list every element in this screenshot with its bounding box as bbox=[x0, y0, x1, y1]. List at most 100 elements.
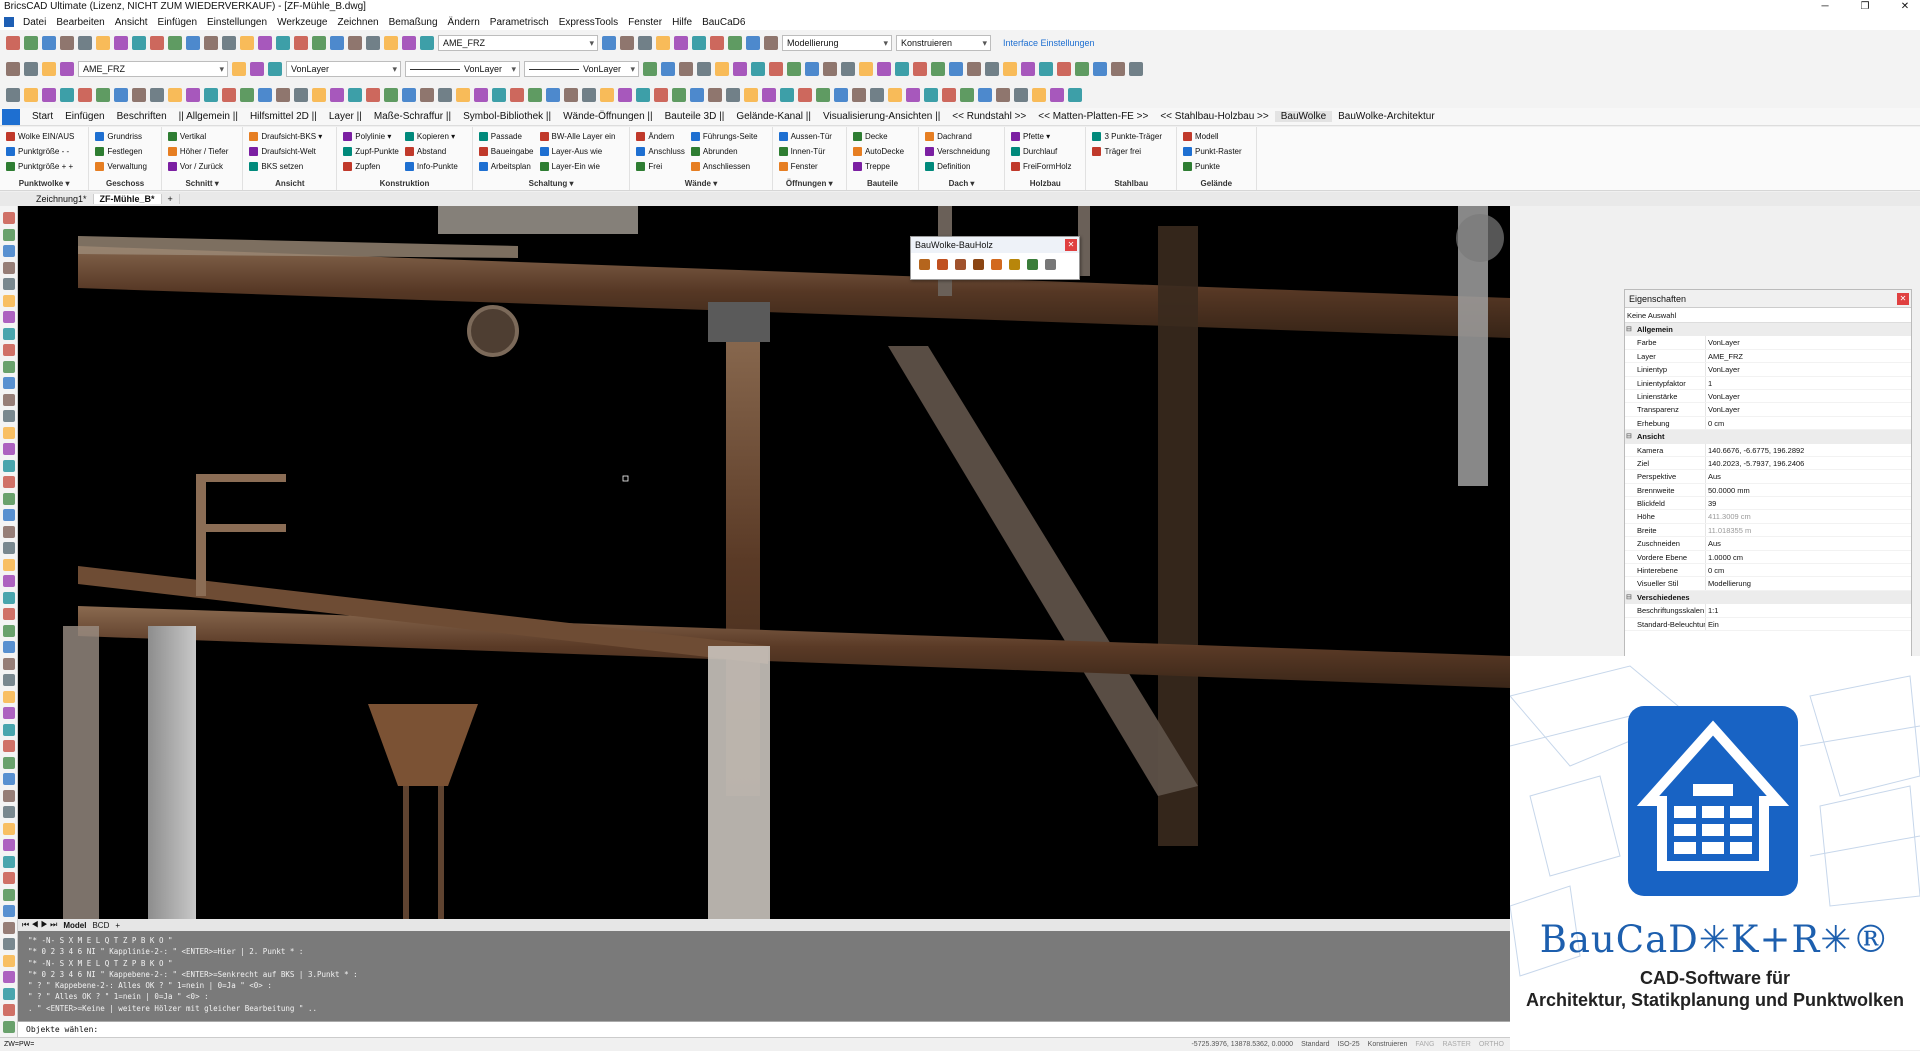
ribbon-tab[interactable]: Symbol-Bibliothek || bbox=[457, 111, 557, 122]
side-tool-icon[interactable] bbox=[3, 426, 15, 439]
view-tool-icon[interactable] bbox=[78, 88, 92, 102]
layout-tab[interactable]: + bbox=[115, 921, 120, 930]
view-tool-icon[interactable] bbox=[960, 88, 974, 102]
side-tool-icon[interactable] bbox=[3, 822, 15, 835]
view-tool-icon[interactable] bbox=[528, 88, 542, 102]
layout-nav-icon[interactable]: ⏮ ◀ ▶ ⏭ bbox=[22, 920, 57, 930]
properties-close-icon[interactable]: ✕ bbox=[1897, 293, 1909, 305]
standard-tool-icon[interactable] bbox=[366, 36, 380, 50]
property-value[interactable]: Modellierung bbox=[1705, 577, 1911, 590]
menu-item[interactable]: Werkzeuge bbox=[272, 17, 332, 28]
side-tool-icon[interactable] bbox=[3, 740, 15, 752]
status-toggle[interactable]: ORTHO bbox=[1479, 1038, 1504, 1051]
visual-tool-icon[interactable] bbox=[769, 62, 783, 76]
side-tool-icon[interactable] bbox=[3, 410, 15, 422]
view-tool-icon[interactable] bbox=[1068, 88, 1082, 102]
ribbon-button[interactable]: 3 Punkte-Träger bbox=[1092, 130, 1162, 143]
side-tool-icon[interactable] bbox=[3, 839, 15, 851]
modify-tool-icon[interactable] bbox=[764, 36, 778, 50]
view-tool-icon[interactable] bbox=[150, 88, 164, 102]
menu-item[interactable]: Parametrisch bbox=[485, 17, 554, 28]
layer-tool-icon[interactable] bbox=[6, 62, 20, 76]
property-value[interactable]: 411.3009 cm bbox=[1705, 510, 1911, 523]
ribbon-tab[interactable]: BauWolke-Architektur bbox=[1332, 111, 1441, 122]
view-tool-icon[interactable] bbox=[348, 88, 362, 102]
modify-tool-icon[interactable] bbox=[674, 36, 688, 50]
view-tool-icon[interactable] bbox=[564, 88, 578, 102]
property-value[interactable]: VonLayer bbox=[1705, 403, 1911, 416]
ribbon-tab[interactable]: Beschriften bbox=[111, 111, 173, 122]
ribbon-button[interactable]: Punkte bbox=[1182, 160, 1242, 173]
side-tool-icon[interactable] bbox=[3, 377, 15, 389]
property-row[interactable]: Hinterebene 0 cm bbox=[1625, 564, 1911, 578]
visual-tool-icon[interactable] bbox=[751, 62, 765, 76]
timber-cut-icon[interactable] bbox=[955, 259, 966, 270]
property-row[interactable]: Linientyp VonLayer bbox=[1625, 363, 1911, 377]
view-tool-icon[interactable] bbox=[6, 88, 20, 102]
properties-panel[interactable]: Eigenschaften ✕ Keine Auswahl AllgemeinF… bbox=[1624, 289, 1912, 657]
layout-tab[interactable]: Model bbox=[63, 921, 86, 930]
menu-item[interactable]: BauCaD6 bbox=[697, 17, 750, 28]
property-value[interactable]: 0 cm bbox=[1705, 416, 1911, 430]
view-tool-icon[interactable] bbox=[708, 88, 722, 102]
interface-settings-link[interactable]: Interface Einstellungen bbox=[1003, 38, 1095, 48]
ribbon-button[interactable]: Zupfen bbox=[343, 160, 399, 173]
side-tool-icon[interactable] bbox=[3, 872, 15, 884]
side-tool-icon[interactable] bbox=[3, 294, 15, 307]
ribbon-tab[interactable]: Visualisierung-Ansichten || bbox=[817, 111, 946, 122]
view-tool-icon[interactable] bbox=[492, 88, 506, 102]
menu-item[interactable]: Datei bbox=[18, 17, 51, 28]
ribbon-button[interactable]: Decke bbox=[852, 130, 904, 143]
side-tool-icon[interactable] bbox=[3, 509, 15, 521]
side-tool-icon[interactable] bbox=[3, 938, 15, 950]
ribbon-tab[interactable]: Wände-Öffnungen || bbox=[557, 111, 659, 122]
side-tool-icon[interactable] bbox=[3, 492, 15, 505]
side-tool-icon[interactable] bbox=[3, 245, 15, 257]
property-row[interactable]: Ziel 140.2023, -5.7937, 196.2406 bbox=[1625, 456, 1911, 471]
menu-item[interactable]: Ansicht bbox=[110, 17, 153, 28]
property-value[interactable]: VonLayer bbox=[1705, 363, 1911, 376]
side-tool-icon[interactable] bbox=[3, 558, 15, 571]
menu-item[interactable]: Fenster bbox=[623, 17, 667, 28]
property-row[interactable]: Vordere Ebene 1.0000 cm bbox=[1625, 550, 1911, 565]
property-value[interactable]: 1.0000 cm bbox=[1705, 550, 1911, 564]
view-tool-icon[interactable] bbox=[132, 88, 146, 102]
side-tool-icon[interactable] bbox=[3, 723, 15, 736]
side-tool-icon[interactable] bbox=[3, 443, 15, 455]
property-row[interactable]: Farbe VonLayer bbox=[1625, 336, 1911, 350]
application-menu-button[interactable] bbox=[2, 108, 20, 125]
view-tool-icon[interactable] bbox=[618, 88, 632, 102]
side-tool-icon[interactable] bbox=[3, 905, 15, 917]
ribbon-button[interactable]: Grundriss bbox=[95, 130, 147, 143]
side-tool-icon[interactable] bbox=[3, 591, 15, 604]
layer-combo[interactable]: AME_FRZ bbox=[438, 35, 598, 51]
property-value[interactable]: 0 cm bbox=[1705, 564, 1911, 577]
ribbon-button[interactable]: Pfette ▾ bbox=[1011, 130, 1071, 143]
side-tool-icon[interactable] bbox=[3, 971, 15, 983]
ribbon-button[interactable]: FreiFormHolz bbox=[1011, 160, 1071, 173]
view-tool-icon[interactable] bbox=[240, 88, 254, 102]
view-tool-icon[interactable] bbox=[762, 88, 776, 102]
standard-tool-icon[interactable] bbox=[348, 36, 362, 50]
ribbon-button[interactable]: Definition bbox=[925, 160, 990, 173]
view-tool-icon[interactable] bbox=[888, 88, 902, 102]
side-tool-icon[interactable] bbox=[3, 690, 15, 703]
view-tool-icon[interactable] bbox=[204, 88, 218, 102]
visual-tool-icon[interactable] bbox=[643, 62, 657, 76]
side-tool-icon[interactable] bbox=[3, 773, 15, 785]
standard-tool-icon[interactable] bbox=[330, 36, 344, 50]
view-tool-icon[interactable] bbox=[294, 88, 308, 102]
view-tool-icon[interactable] bbox=[1032, 88, 1046, 102]
side-tool-icon[interactable] bbox=[3, 888, 15, 901]
ribbon-tab[interactable]: << Rundstahl >> bbox=[946, 111, 1032, 122]
view-tool-icon[interactable] bbox=[168, 88, 182, 102]
ribbon-tab[interactable]: Einfügen bbox=[59, 111, 110, 122]
workspace-combo[interactable]: Modellierung bbox=[782, 35, 892, 51]
status-toggle[interactable]: Standard bbox=[1301, 1038, 1329, 1051]
side-tool-icon[interactable] bbox=[3, 806, 15, 818]
property-row[interactable]: Kamera 140.6676, -6.6775, 196.2892 bbox=[1625, 443, 1911, 457]
status-toggle[interactable]: FANG bbox=[1415, 1038, 1434, 1051]
ribbon-tab[interactable]: Maße-Schraffur || bbox=[368, 111, 457, 122]
property-row[interactable]: Linienstärke VonLayer bbox=[1625, 389, 1911, 404]
side-tool-icon[interactable] bbox=[3, 608, 15, 620]
